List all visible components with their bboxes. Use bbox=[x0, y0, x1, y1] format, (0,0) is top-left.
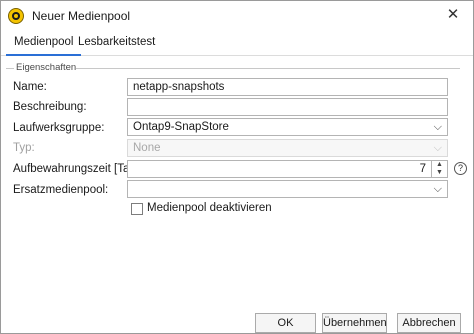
type-label: Typ: bbox=[13, 142, 35, 154]
replacement-select[interactable]: ⌵ bbox=[127, 180, 448, 198]
drive-group-select[interactable]: Ontap9-SnapStore ⌵ bbox=[127, 118, 448, 136]
type-select: None ⌵ bbox=[127, 139, 448, 157]
retention-spinner: ▲ ▼ bbox=[432, 160, 448, 178]
group-label: Eigenschaften bbox=[16, 62, 77, 73]
spin-up-icon[interactable]: ▲ bbox=[432, 161, 447, 169]
dialog-window: Neuer Medienpool ✕ Medienpool Lesbarkeit… bbox=[0, 0, 474, 334]
tab-bar: Medienpool Lesbarkeitstest bbox=[1, 31, 473, 56]
window-title: Neuer Medienpool bbox=[32, 9, 131, 23]
group-divider bbox=[76, 68, 460, 69]
chevron-down-icon: ⌵ bbox=[433, 142, 442, 154]
group-divider-left bbox=[6, 68, 14, 69]
ok-button[interactable]: OK bbox=[255, 313, 316, 333]
retention-input[interactable]: 7 bbox=[127, 160, 432, 178]
retention-value: 7 bbox=[419, 163, 426, 175]
description-label: Beschreibung: bbox=[13, 101, 87, 113]
help-icon[interactable]: ? bbox=[454, 162, 467, 175]
title-bar: Neuer Medienpool ✕ bbox=[1, 1, 473, 31]
type-value: None bbox=[133, 142, 161, 154]
spin-down-icon[interactable]: ▼ bbox=[432, 169, 447, 177]
properties-group: Eigenschaften bbox=[6, 61, 468, 79]
tab-lesbarkeitstest[interactable]: Lesbarkeitstest bbox=[70, 31, 163, 56]
name-value: netapp-snapshots bbox=[133, 81, 225, 93]
name-input[interactable]: netapp-snapshots bbox=[127, 78, 448, 96]
replacement-label: Ersatzmedienpool: bbox=[13, 184, 109, 196]
description-input[interactable] bbox=[127, 98, 448, 116]
apply-button[interactable]: Übernehmen bbox=[322, 313, 387, 333]
deactivate-label[interactable]: Medienpool deaktivieren bbox=[147, 202, 272, 214]
name-label: Name: bbox=[13, 81, 47, 93]
cancel-button[interactable]: Abbrechen bbox=[397, 313, 461, 333]
chevron-down-icon: ⌵ bbox=[433, 183, 442, 195]
close-icon[interactable]: ✕ bbox=[445, 7, 461, 23]
chevron-down-icon: ⌵ bbox=[433, 121, 442, 133]
button-bar: OK Übernehmen Abbrechen bbox=[1, 303, 473, 333]
app-logo-icon bbox=[8, 8, 24, 24]
drive-group-value: Ontap9-SnapStore bbox=[133, 121, 229, 133]
deactivate-checkbox[interactable] bbox=[131, 203, 143, 215]
drive-group-label: Laufwerksgruppe: bbox=[13, 122, 105, 134]
